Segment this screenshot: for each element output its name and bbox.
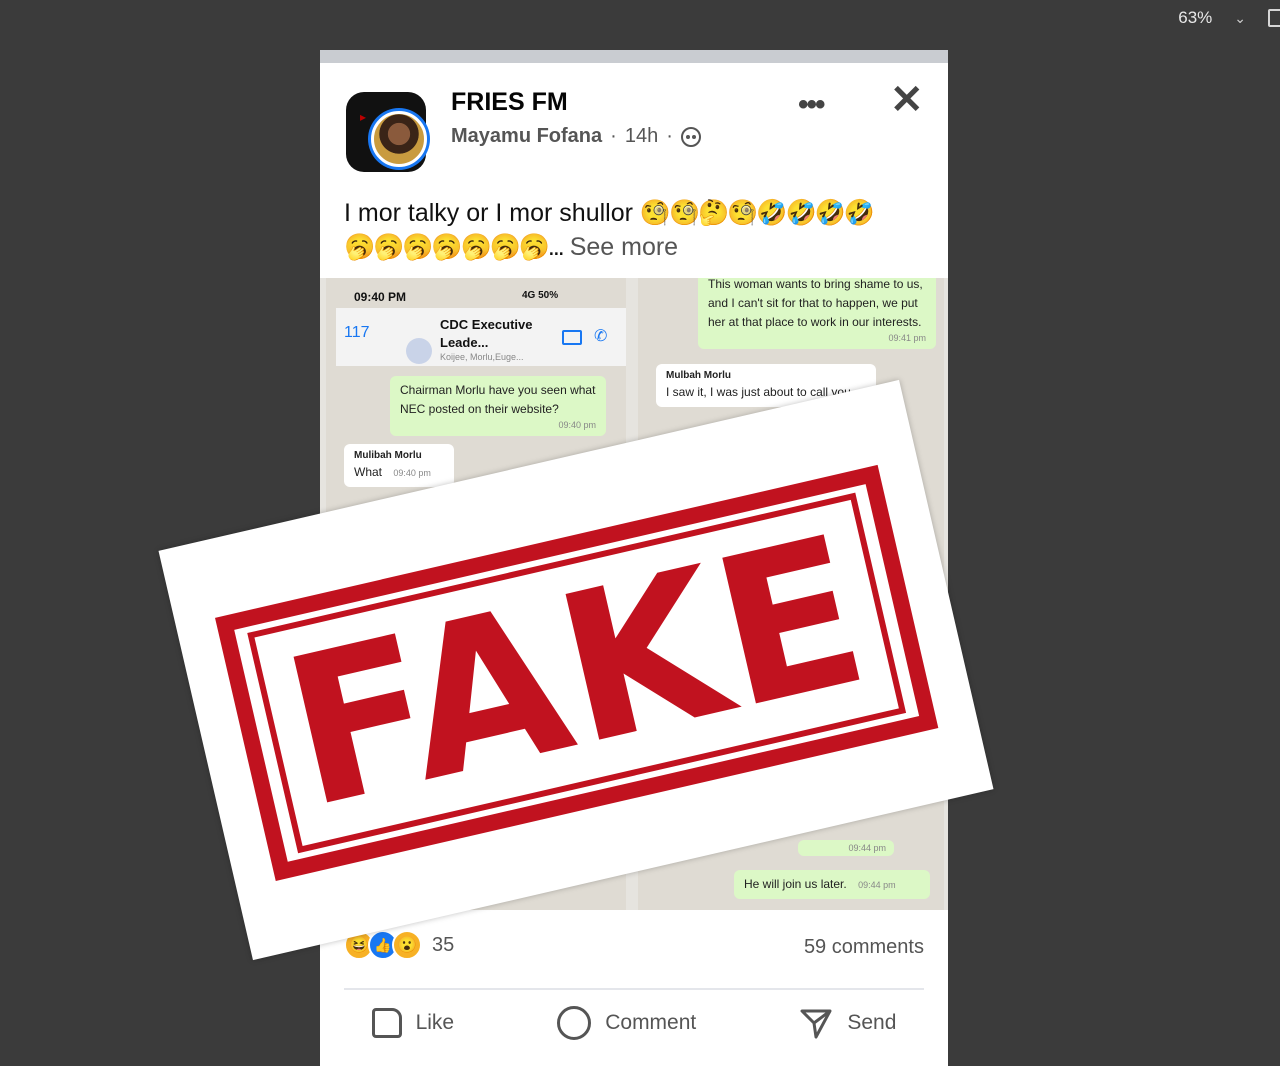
chat-message: 09:44 pm bbox=[798, 840, 894, 856]
see-more-link[interactable]: See more bbox=[570, 233, 678, 261]
chat-header: 117 CDC Executive Leade... Koijee, Morlu… bbox=[336, 308, 626, 366]
caption-emojis: 🧐🧐🤔🧐🤣🤣🤣🤣 bbox=[639, 199, 875, 227]
message-time: 09:41 pm bbox=[888, 333, 926, 343]
footer-divider bbox=[344, 988, 924, 990]
post-time[interactable]: 14h bbox=[625, 125, 658, 148]
message-time: 09:40 pm bbox=[393, 468, 431, 478]
post-meta: Mayamu Fofana · 14h · bbox=[451, 125, 701, 148]
meta-separator: · bbox=[610, 125, 617, 147]
like-icon bbox=[371, 1008, 402, 1038]
more-icon[interactable]: ••• bbox=[798, 88, 825, 122]
top-divider bbox=[320, 50, 948, 63]
chat-message: Mulibah Morlu What 09:40 pm bbox=[344, 444, 454, 487]
post-caption: I mor talky or I mor shullor 🧐🧐🤔🧐🤣🤣🤣🤣 🥱🥱… bbox=[344, 196, 924, 264]
fit-page-icon[interactable] bbox=[1268, 9, 1280, 27]
back-count: 117 bbox=[344, 324, 370, 341]
group-avatar bbox=[406, 338, 432, 364]
page-name[interactable]: FRIES FM bbox=[451, 88, 568, 117]
post-actions: Like Comment Send bbox=[320, 1006, 948, 1040]
caption-emojis-line2: 🥱🥱🥱🥱🥱🥱🥱... bbox=[344, 233, 565, 261]
viewer-toolbar: 63% ⌄ bbox=[1178, 0, 1280, 36]
status-indicators: 4G 50% bbox=[522, 290, 559, 301]
phone-call-icon: ✆ bbox=[594, 328, 608, 345]
chat-subtitle: Koijee, Morlu,Euge... bbox=[440, 352, 524, 362]
caption-text: I mor talky or I mor shullor bbox=[344, 199, 633, 227]
like-button[interactable]: Like bbox=[371, 1006, 455, 1040]
chat-message: Chairman Morlu have you seen what NEC po… bbox=[390, 376, 606, 436]
author-name[interactable]: Mayamu Fofana bbox=[451, 125, 602, 148]
message-text: He will join us later. bbox=[744, 877, 847, 891]
comment-icon bbox=[557, 1006, 592, 1040]
comment-button[interactable]: Comment bbox=[557, 1006, 696, 1040]
message-text: This woman wants to bring shame to us, a… bbox=[708, 278, 923, 329]
send-button[interactable]: Send bbox=[799, 1006, 896, 1040]
reaction-count: 35 bbox=[432, 933, 455, 956]
video-call-icon bbox=[562, 330, 582, 345]
message-text: What bbox=[354, 465, 383, 479]
message-time: 09:44 pm bbox=[848, 843, 886, 853]
meta-separator: · bbox=[666, 125, 673, 147]
wow-reaction-icon: 😮 bbox=[392, 930, 422, 960]
chat-message: This woman wants to bring shame to us, a… bbox=[698, 278, 936, 349]
send-icon bbox=[799, 1006, 833, 1040]
status-time: 09:40 PM bbox=[354, 290, 407, 304]
comment-count[interactable]: 59 comments bbox=[804, 936, 924, 959]
chat-title: CDC Executive Leade... bbox=[440, 317, 533, 350]
send-label: Send bbox=[847, 1011, 897, 1034]
author-avatar[interactable] bbox=[368, 108, 430, 170]
comment-label: Comment bbox=[605, 1011, 697, 1034]
message-time: 09:44 pm bbox=[858, 880, 896, 890]
globe-icon bbox=[680, 126, 701, 147]
close-icon[interactable]: ✕ bbox=[890, 80, 924, 120]
message-sender: Mulbah Morlu bbox=[666, 370, 731, 381]
zoom-level[interactable]: 63% bbox=[1178, 8, 1212, 28]
message-text: Chairman Morlu have you seen what NEC po… bbox=[400, 383, 596, 416]
chevron-down-icon[interactable]: ⌄ bbox=[1234, 10, 1246, 27]
like-label: Like bbox=[415, 1011, 455, 1034]
chat-message: He will join us later. 09:44 pm bbox=[734, 870, 930, 899]
message-time: 09:40 pm bbox=[558, 420, 596, 430]
message-sender: Mulibah Morlu bbox=[354, 450, 422, 461]
